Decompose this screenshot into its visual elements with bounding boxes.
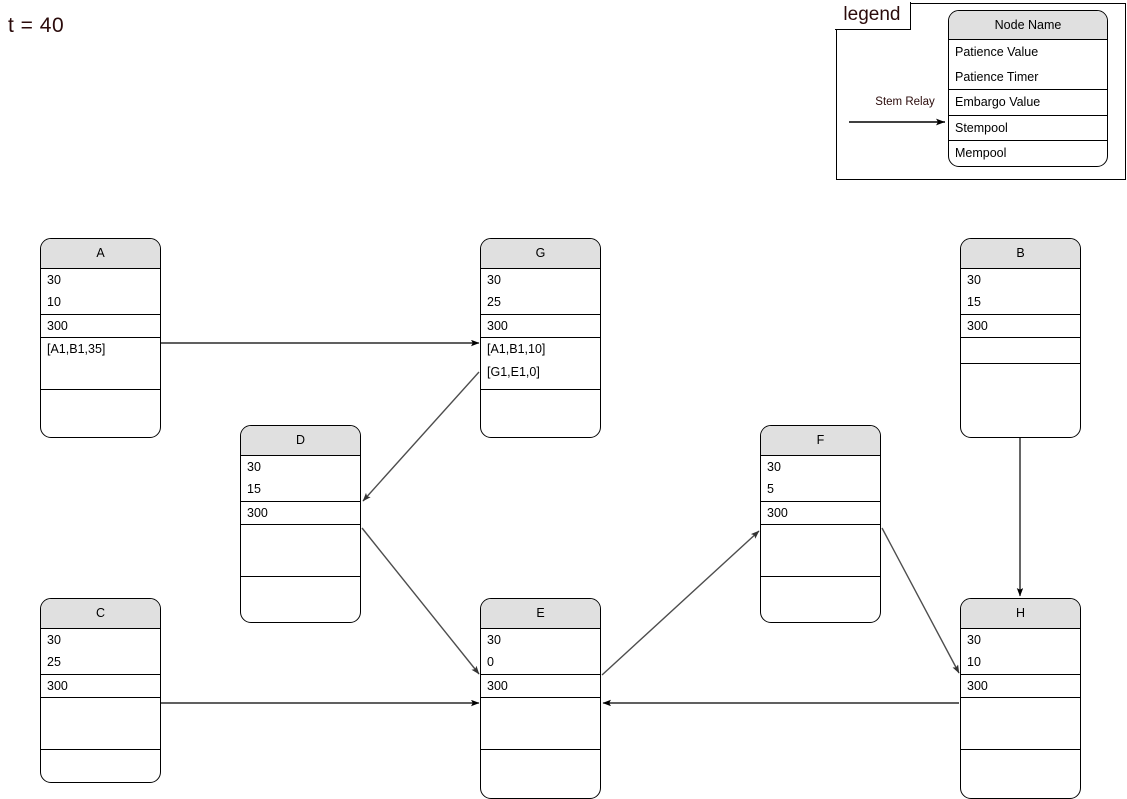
node-name: F xyxy=(761,426,880,456)
legend-row-embargo-value: Embargo Value xyxy=(949,90,1107,116)
node-name: C xyxy=(41,599,160,629)
patience-timer: 15 xyxy=(967,295,981,309)
patience-block: 30 25 xyxy=(41,629,160,675)
patience-timer: 0 xyxy=(487,655,494,669)
mempool xyxy=(41,750,160,782)
legend-row-mempool: Mempool xyxy=(955,146,1007,160)
patience-value: 30 xyxy=(487,632,501,647)
embargo-value: 300 xyxy=(481,675,600,698)
patience-block: 30 10 xyxy=(41,269,160,315)
legend-row-patience-value: Patience Value xyxy=(955,45,1039,59)
patience-value: 30 xyxy=(767,459,781,474)
node-name: G xyxy=(481,239,600,269)
legend-node-template: Node Name Patience Value Patience Timer … xyxy=(948,10,1108,167)
node-name: B xyxy=(961,239,1080,269)
stempool xyxy=(961,698,1080,750)
stempool-entry: [A1,B1,35] xyxy=(47,342,106,356)
embargo-value: 300 xyxy=(41,315,160,338)
node-name: D xyxy=(241,426,360,456)
node-card-b[interactable]: B 30 15 300 xyxy=(960,238,1081,438)
legend-node-name: Node Name xyxy=(949,11,1107,40)
stempool xyxy=(41,698,160,750)
patience-timer: 5 xyxy=(767,482,774,496)
mempool xyxy=(961,750,1080,794)
patience-value: 30 xyxy=(47,272,61,287)
embargo-value: 300 xyxy=(961,315,1080,338)
mempool xyxy=(481,390,600,434)
stempool xyxy=(241,525,360,577)
patience-timer: 25 xyxy=(487,295,501,309)
embargo-value: 300 xyxy=(761,502,880,525)
legend-title: legend xyxy=(835,2,912,31)
stempool-entry: [A1,B1,10] xyxy=(487,342,546,356)
stempool xyxy=(761,525,880,577)
stempool-entry: [G1,E1,0] xyxy=(487,364,540,379)
patience-block: 30 5 xyxy=(761,456,880,502)
patience-value: 30 xyxy=(487,272,501,287)
legend-stem-relay-label: Stem Relay xyxy=(875,96,935,108)
node-name: E xyxy=(481,599,600,629)
edge-f-to-h xyxy=(881,527,960,674)
edge-g-to-d xyxy=(362,371,480,502)
patience-timer: 25 xyxy=(47,655,61,669)
node-card-d[interactable]: D 30 15 300 xyxy=(240,425,361,623)
patience-value: 30 xyxy=(967,632,981,647)
legend-row-patience-timer: Patience Timer xyxy=(949,65,1107,90)
node-card-h[interactable]: H 30 10 300 xyxy=(960,598,1081,799)
node-name: H xyxy=(961,599,1080,629)
node-card-f[interactable]: F 30 5 300 xyxy=(760,425,881,623)
embargo-value: 300 xyxy=(241,502,360,525)
mempool xyxy=(481,750,600,794)
embargo-value: 300 xyxy=(481,315,600,338)
patience-value: 30 xyxy=(967,272,981,287)
embargo-value: 300 xyxy=(961,675,1080,698)
node-card-g[interactable]: G 30 25 300 [A1,B1,10] [G1,E1,0] xyxy=(480,238,601,438)
patience-value: 30 xyxy=(47,632,61,647)
stempool xyxy=(481,698,600,750)
edge-d-to-e xyxy=(361,527,480,675)
mempool xyxy=(241,577,360,621)
node-card-a[interactable]: A 30 10 300 [A1,B1,35] xyxy=(40,238,161,438)
diagram-canvas: t = 40 A 30 10 300 [A1,B1,35] G 30 25 300 [A1,B1,… xyxy=(0,0,1127,799)
patience-block: 30 0 xyxy=(481,629,600,675)
node-name: A xyxy=(41,239,160,269)
legend-panel: legend Stem Relay Node Name Patience Val… xyxy=(835,2,1126,180)
patience-block: 30 15 xyxy=(961,269,1080,315)
node-card-c[interactable]: C 30 25 300 xyxy=(40,598,161,783)
mempool xyxy=(761,577,880,621)
mempool xyxy=(41,390,160,434)
patience-timer: 15 xyxy=(247,482,261,496)
legend-row-stempool: Stempool xyxy=(949,116,1107,141)
simulation-time-label: t = 40 xyxy=(8,14,65,37)
patience-timer: 10 xyxy=(47,295,61,309)
node-card-e[interactable]: E 30 0 300 xyxy=(480,598,601,799)
patience-block: 30 10 xyxy=(961,629,1080,675)
stempool: [A1,B1,10] [G1,E1,0] xyxy=(481,338,600,390)
edge-e-to-f xyxy=(601,530,760,676)
patience-block: 30 25 xyxy=(481,269,600,315)
stempool: [A1,B1,35] xyxy=(41,338,160,390)
patience-value: 30 xyxy=(247,459,261,474)
patience-block: 30 15 xyxy=(241,456,360,502)
mempool xyxy=(961,364,1080,434)
embargo-value: 300 xyxy=(41,675,160,698)
patience-timer: 10 xyxy=(967,655,981,669)
stempool xyxy=(961,338,1080,364)
